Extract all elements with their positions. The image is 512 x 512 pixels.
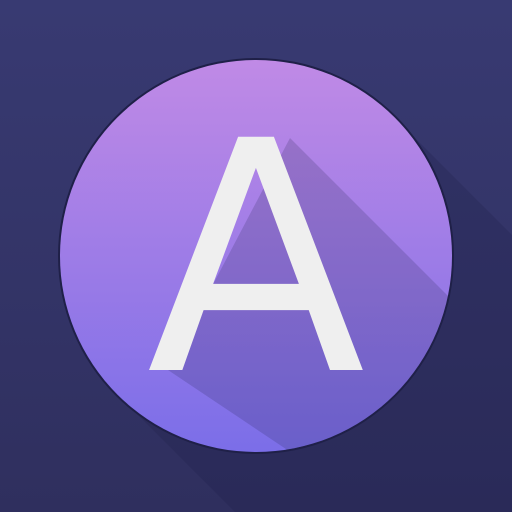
app-icon: A: [0, 0, 512, 512]
app-icon-graphic: A: [0, 0, 512, 512]
letter-a-glyph: A: [147, 74, 367, 446]
